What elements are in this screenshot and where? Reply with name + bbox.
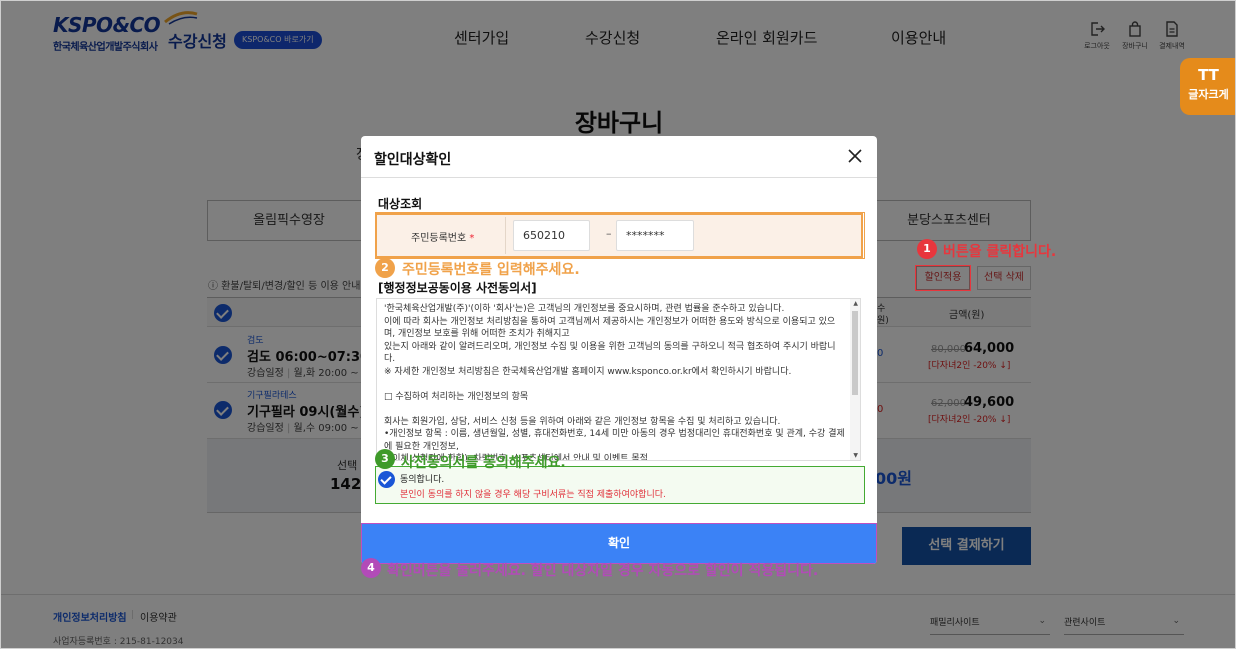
annotation-4-text: 확인버튼을 눌러주세요. 할인 대상자일 경우 자동으로 할인이 적용됩니다. <box>387 563 819 579</box>
consent-line: □ 수집하여 처리하는 개인정보의 항목 <box>384 391 529 402</box>
consent-scrollbar[interactable]: ▲ ▼ <box>850 299 860 460</box>
lookup-section-title: 대상조회 <box>378 197 423 211</box>
consent-text: '한국체육산업개발(주)'(이하 '회사'는)은 고객님의 개인정보를 중요시하… <box>384 303 849 460</box>
confirm-button[interactable]: 확인 <box>361 523 877 564</box>
annotation-4-number: 4 <box>367 561 375 574</box>
consent-line <box>384 403 849 416</box>
annotation-1-badge: 1 <box>917 239 937 259</box>
discount-check-modal: 할인대상확인 대상조회 주민등록번호 * 650210 – ******* [행… <box>361 136 877 564</box>
consent-line: 며, 개인정보 보호를 위해 어떠한 조치가 취해지고 <box>384 329 570 339</box>
annotation-2-number: 2 <box>381 261 389 274</box>
consent-line: '한국체육산업개발(주)'(이하 '회사'는)은 고객님의 개인정보를 중요시하… <box>384 304 785 314</box>
annotation-2-text: 주민등록번호를 입력해주세요. <box>402 262 580 278</box>
font-size-label: 글자크게 <box>1188 88 1229 101</box>
annotation-1-number: 1 <box>923 242 931 255</box>
annotation-1-text: 버튼을 클릭합니다. <box>943 244 1057 260</box>
consent-line: 있는지 아래와 같이 알려드리오며, 개인정보 수집 및 이용을 위한 고객님의… <box>384 341 836 352</box>
consent-line: 다. <box>384 354 396 364</box>
scroll-thumb[interactable] <box>852 311 858 395</box>
agree-warning: 본인이 동의를 하지 않을 경우 해당 구비서류는 직접 제출하여야합니다. <box>400 490 666 500</box>
consent-line: 회사는 회원가입, 상담, 서비스 신청 등을 위하여 아래와 같은 개인정보 … <box>384 416 781 427</box>
agree-checkbox[interactable] <box>378 471 395 488</box>
consent-line <box>384 378 849 391</box>
annotation-3-number: 3 <box>381 452 389 465</box>
agree-text: 동의합니다. <box>400 475 445 485</box>
close-icon[interactable] <box>847 148 863 164</box>
font-size-icon: TT <box>1198 66 1219 84</box>
annotation-4-badge: 4 <box>361 558 381 578</box>
annotation-2-highlight <box>375 212 865 259</box>
app-window: KSPO&CO 한국체육산업개발주식회사 수강신청 KSPO&CO 바로가기 센… <box>0 0 1236 649</box>
annotation-2-badge: 2 <box>375 258 395 278</box>
annotation-3-badge: 3 <box>375 449 395 469</box>
annotation-3-text: 사전동의서를 동의해주세요. <box>401 455 566 471</box>
consent-line: •개인정보 항목 : 이름, 생년월일, 성별, 휴대전화번호, 14세 미만 … <box>384 429 845 439</box>
consent-section-title: [행정정보공동이용 사전동의서] <box>378 281 537 295</box>
consent-document[interactable]: '한국체육산업개발(주)'(이하 '회사'는)은 고객님의 개인정보를 중요시하… <box>376 298 861 461</box>
scroll-up-icon[interactable]: ▲ <box>853 300 858 307</box>
font-size-button[interactable]: TT 글자크게 <box>1180 58 1235 115</box>
modal-header: 할인대상확인 <box>361 136 877 178</box>
annotation-1-highlight <box>915 265 971 291</box>
consent-line: 이에 따라 회사는 개인정보 처리방침을 통하여 고객님께서 제공하시는 개인정… <box>384 316 836 327</box>
modal-title: 할인대상확인 <box>374 152 452 168</box>
consent-line: ※ 자세한 개인정보 처리방침은 한국체육산업개발 홈페이지 www.kspon… <box>384 366 792 377</box>
scroll-down-icon[interactable]: ▼ <box>853 452 858 459</box>
